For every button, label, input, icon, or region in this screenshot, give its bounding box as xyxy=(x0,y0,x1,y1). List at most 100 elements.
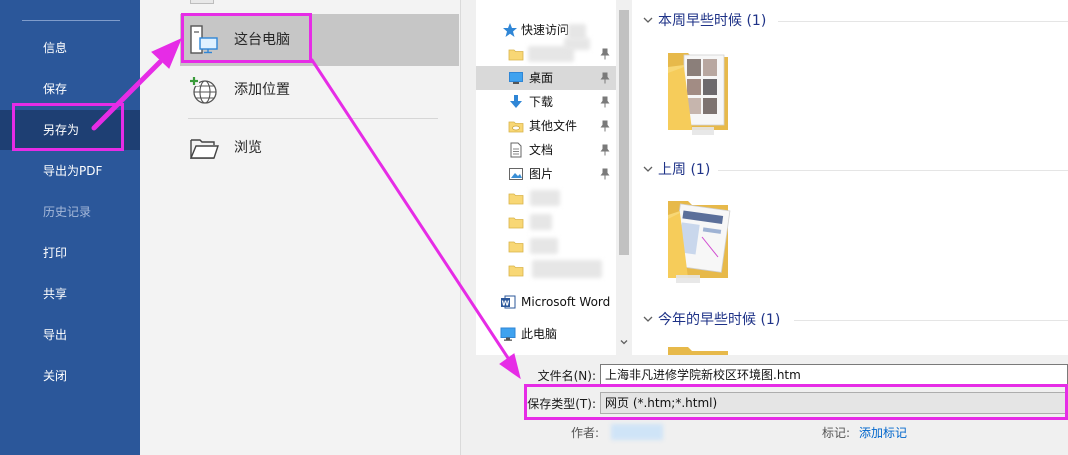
quick-access-label: 快速访问 xyxy=(521,23,570,37)
group-header-last-week[interactable]: 上周 (1) xyxy=(642,160,710,180)
nav-item-close[interactable]: 关闭 xyxy=(0,356,140,396)
add-tags-link[interactable]: 添加标记 xyxy=(859,424,907,441)
nav-redacted-folder[interactable] xyxy=(476,258,621,282)
location-partial-icon xyxy=(190,0,214,4)
chevron-down-icon xyxy=(643,17,653,23)
backstage-nav: 信息 保存 另存为 导出为PDF 历史记录 打印 共享 导出 关闭 xyxy=(0,0,140,455)
pin-icon xyxy=(600,96,610,108)
filename-input[interactable]: 上海非凡进修学院新校区环境图.htm xyxy=(600,364,1068,386)
chevron-down-icon xyxy=(643,166,653,172)
folder-with-photos-icon xyxy=(668,53,728,135)
nav-item-microsoft-word[interactable]: W Microsoft Word xyxy=(476,290,621,314)
nav-item-label: 此电脑 xyxy=(521,327,558,341)
dialog-frame xyxy=(460,0,476,455)
nav-item-desktop[interactable]: 桌面 xyxy=(476,66,621,90)
this-pc-icon xyxy=(190,25,218,54)
desktop-icon xyxy=(509,72,523,84)
nav-item-share[interactable]: 共享 xyxy=(0,274,140,314)
nav-item-label: 桌面 xyxy=(529,71,554,85)
group-header-label: 本周早些时候 (1) xyxy=(658,13,767,29)
folder-thumbnail[interactable] xyxy=(662,45,732,135)
location-add-place[interactable]: 添加位置 xyxy=(180,64,459,116)
add-location-globe-icon xyxy=(189,76,217,104)
folder-icon xyxy=(668,347,728,355)
file-list-area: 本周早些时候 (1) 上周 (1) 今年的早些时候 (1) xyxy=(632,0,1068,355)
redacted-blur xyxy=(564,38,590,50)
pin-icon xyxy=(600,120,610,132)
browse-folder-icon xyxy=(189,139,219,159)
group-divider xyxy=(794,320,1068,321)
pictures-icon xyxy=(509,168,523,180)
nav-item-export-pdf[interactable]: 导出为PDF xyxy=(0,151,140,191)
scrollbar-thumb[interactable] xyxy=(619,10,629,255)
nav-item-documents[interactable]: 文档 xyxy=(476,138,621,162)
save-type-label: 保存类型(T): xyxy=(527,397,596,411)
nav-item-export[interactable]: 导出 xyxy=(0,315,140,355)
nav-redacted-folder[interactable] xyxy=(476,186,621,210)
redacted-blur xyxy=(530,190,560,206)
folder-icon xyxy=(508,49,524,61)
nav-redacted-folder[interactable] xyxy=(476,38,621,66)
folder-thumbnail[interactable] xyxy=(662,343,732,355)
location-label: 浏览 xyxy=(234,140,262,156)
computer-icon xyxy=(500,327,516,341)
nav-item-history: 历史记录 xyxy=(43,205,92,219)
group-header-label: 今年的早些时候 (1) xyxy=(658,312,781,328)
nav-item-label: 下载 xyxy=(529,95,554,109)
filename-label: 文件名(N): xyxy=(537,369,596,383)
folder-icon xyxy=(508,241,524,253)
location-divider xyxy=(188,118,438,119)
scroll-down-arrow-icon[interactable] xyxy=(620,338,628,346)
nav-item-pictures[interactable]: 图片 xyxy=(476,162,621,186)
folder-icon xyxy=(508,193,524,205)
pin-icon xyxy=(600,144,610,156)
folder-icon xyxy=(508,217,524,229)
download-icon xyxy=(510,95,522,108)
chevron-down-icon xyxy=(643,316,653,322)
folder-with-screenshot-icon xyxy=(668,201,731,283)
pin-icon xyxy=(600,72,610,84)
nav-item-save[interactable]: 保存 xyxy=(0,69,140,109)
folder-icon xyxy=(508,265,524,277)
nav-redacted-folder[interactable] xyxy=(476,210,621,234)
tags-label: 标记: xyxy=(822,426,851,440)
location-label: 添加位置 xyxy=(234,82,290,98)
navigation-pane: 快速访问 桌面 下载 其他文件 文档 图片 W Microsoft Word 此… xyxy=(476,0,632,355)
redacted-blur xyxy=(530,214,552,230)
nav-item-print[interactable]: 打印 xyxy=(0,233,140,273)
nav-redacted-folder[interactable] xyxy=(476,234,621,258)
redacted-blur xyxy=(532,260,602,278)
nav-quick-access[interactable]: 快速访问 xyxy=(476,18,621,42)
group-divider xyxy=(778,21,1068,22)
author-label: 作者: xyxy=(571,426,600,440)
redacted-blur xyxy=(530,238,558,254)
nav-item-info[interactable]: 信息 xyxy=(0,28,140,68)
location-label: 这台电脑 xyxy=(234,32,290,48)
group-header-earlier-this-year[interactable]: 今年的早些时候 (1) xyxy=(642,310,780,330)
svg-text:W: W xyxy=(502,300,510,308)
word-icon: W xyxy=(501,295,516,309)
folder-thumbnail[interactable] xyxy=(662,193,732,283)
nav-item-label: 文档 xyxy=(529,143,554,157)
nav-item-other-files[interactable]: 其他文件 xyxy=(476,114,621,138)
save-locations-panel: 这台电脑 添加位置 浏览 xyxy=(140,0,460,455)
group-divider xyxy=(718,170,1068,171)
nav-item-label: Microsoft Word xyxy=(521,295,611,309)
location-browse[interactable]: 浏览 xyxy=(180,122,459,174)
save-form: 文件名(N): 上海非凡进修学院新校区环境图.htm 保存类型(T): 网页 (… xyxy=(476,355,1068,455)
nav-item-label: 图片 xyxy=(529,167,554,181)
pin-icon xyxy=(600,48,610,60)
navigation-pane-scrollbar[interactable] xyxy=(616,0,632,355)
location-this-pc[interactable]: 这台电脑 xyxy=(180,14,459,66)
author-value-redacted[interactable] xyxy=(611,424,663,440)
group-header-earlier-this-week[interactable]: 本周早些时候 (1) xyxy=(642,11,766,31)
nav-divider xyxy=(22,20,120,21)
star-icon xyxy=(503,23,517,37)
group-header-label: 上周 (1) xyxy=(658,162,711,178)
cloud-folder-icon xyxy=(508,121,524,133)
nav-item-this-pc[interactable]: 此电脑 xyxy=(476,322,621,346)
nav-item-save-as[interactable]: 另存为 xyxy=(0,110,140,150)
save-type-select[interactable]: 网页 (*.htm;*.html) xyxy=(600,392,1068,414)
nav-item-downloads[interactable]: 下载 xyxy=(476,90,621,114)
documents-icon xyxy=(510,142,522,158)
